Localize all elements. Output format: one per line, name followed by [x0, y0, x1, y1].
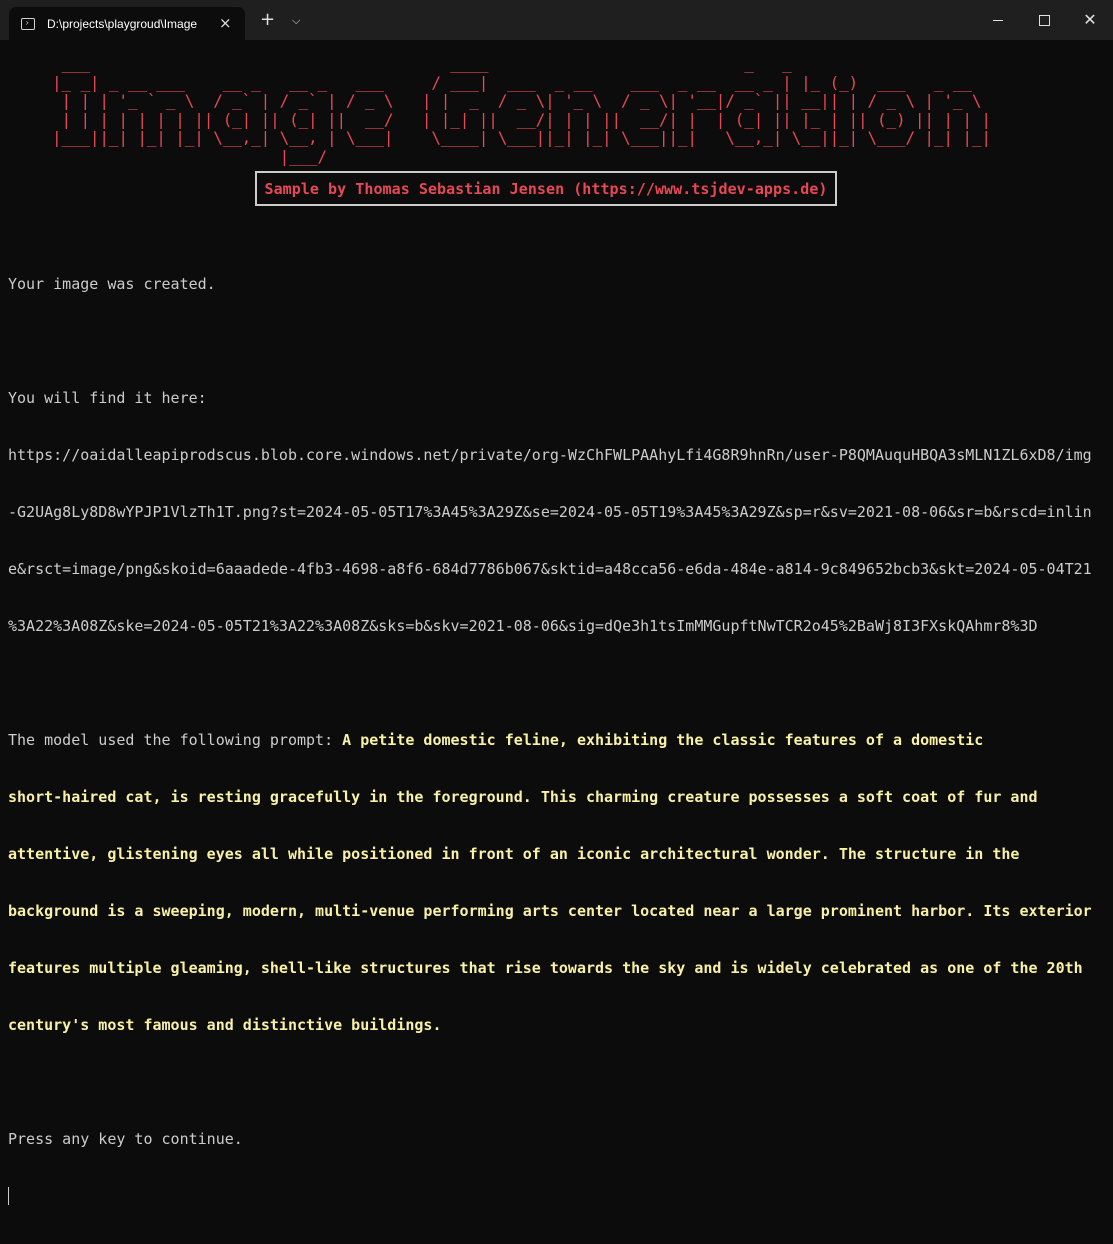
prompt-text: short-haired cat, is resting gracefully …	[8, 788, 1038, 806]
minimize-icon	[993, 19, 1003, 21]
sample-credit-text: Sample by Thomas Sebastian Jensen (https…	[264, 179, 828, 198]
url-line: https://oaidalleapiprodscus.blob.core.wi…	[8, 446, 1092, 464]
prompt-label: The model used the following prompt:	[8, 731, 343, 749]
prompt-text: A petite domestic feline, exhibiting the…	[342, 731, 984, 749]
tab-close-icon[interactable]: ×	[219, 16, 232, 31]
ascii-banner: ___ ____ _ _ |_ _| _ __ ___ __ _ __ _ __…	[52, 54, 991, 166]
maximize-button[interactable]	[1021, 0, 1067, 40]
url-line: %3A22%3A08Z&ske=2024-05-05T21%3A22%3A08Z…	[8, 617, 1038, 635]
close-button[interactable]: ✕	[1067, 0, 1113, 40]
url-line: -G2UAg8Ly8D8wYPJP1VlzTh1T.png?st=2024-05…	[8, 503, 1092, 521]
find-label: You will find it here:	[8, 389, 207, 407]
maximize-icon	[1038, 14, 1050, 26]
terminal-icon	[21, 17, 35, 30]
created-message: Your image was created.	[8, 275, 216, 293]
close-icon: ✕	[1083, 10, 1097, 29]
tab-title: D:\projects\playgroud\Image	[47, 16, 198, 31]
text-cursor	[8, 1187, 9, 1205]
chevron-down-icon[interactable]: ⌵	[292, 14, 300, 28]
new-tab-icon[interactable]: +	[260, 11, 275, 29]
prompt-text: features multiple gleaming, shell-like s…	[8, 959, 1083, 977]
sample-credit-box: Sample by Thomas Sebastian Jensen (https…	[255, 171, 837, 206]
output-lines: Your image was created. You will find it…	[8, 237, 1108, 1244]
prompt-text: century's most famous and distinctive bu…	[8, 1016, 442, 1034]
minimize-button[interactable]	[975, 0, 1021, 40]
prompt-text: attentive, glistening eyes all while pos…	[8, 845, 1020, 863]
continue-message: Press any key to continue.	[8, 1130, 243, 1148]
prompt-text: background is a sweeping, modern, multi-…	[8, 902, 1092, 920]
window-titlebar: D:\projects\playgroud\Image × + ⌵ ✕	[0, 0, 1113, 40]
prompt-line: The model used the following prompt: A p…	[8, 731, 1108, 750]
url-line: e&rsct=image/png&skoid=6aaadede-4fb3-469…	[8, 560, 1092, 578]
terminal-tab[interactable]: D:\projects\playgroud\Image ×	[9, 7, 245, 40]
cursor-line	[8, 1187, 1108, 1206]
